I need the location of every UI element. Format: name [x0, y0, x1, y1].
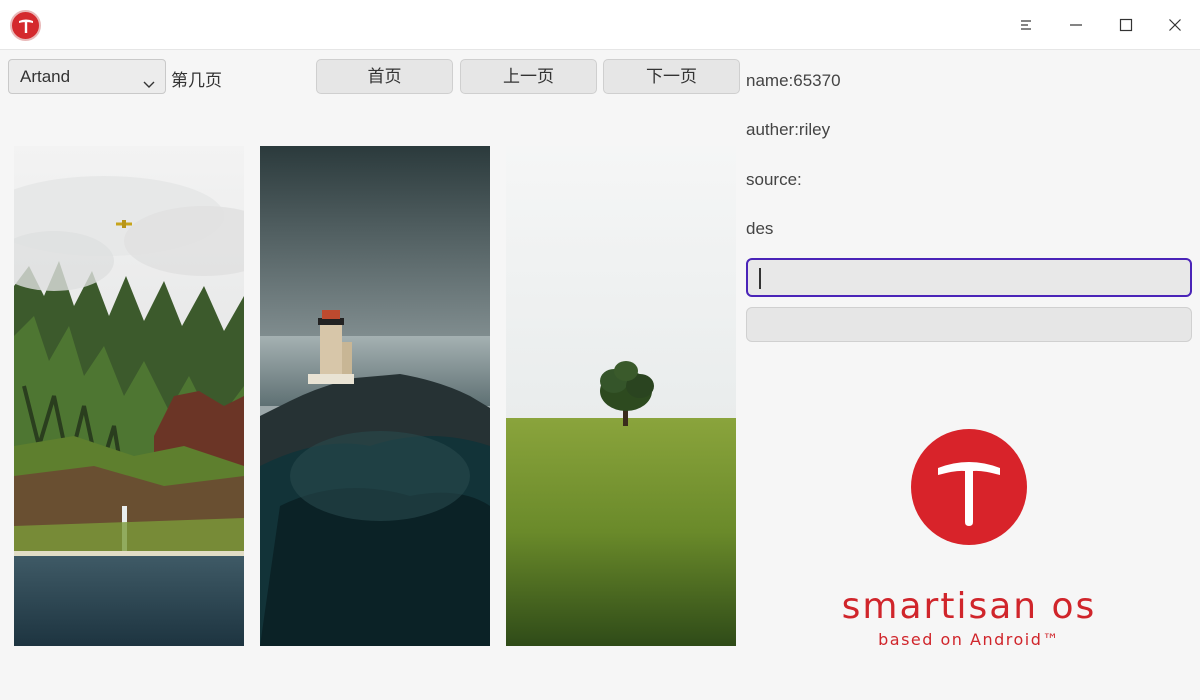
name-label: name:65370 — [746, 71, 841, 90]
tree-field-photo[interactable] — [506, 146, 736, 646]
brand-name: smartisan os — [841, 586, 1097, 627]
app-logo-icon — [10, 10, 41, 41]
first-page-button[interactable]: 首页 — [316, 59, 453, 94]
source-label: source: — [746, 170, 802, 189]
lighthouse-photo[interactable] — [260, 146, 490, 646]
smartisan-logo-icon — [910, 428, 1028, 551]
prev-page-button[interactable]: 上一页 — [460, 59, 597, 94]
minimize-icon[interactable] — [1062, 11, 1090, 39]
brand-subtitle: based on Android™ — [878, 630, 1060, 649]
maximize-icon[interactable] — [1112, 11, 1140, 39]
text-caret — [759, 268, 761, 289]
close-icon[interactable] — [1161, 11, 1189, 39]
text-input-secondary[interactable] — [746, 307, 1192, 342]
des-label: des — [746, 219, 774, 238]
chevron-down-icon — [142, 69, 156, 102]
source-select[interactable]: Artand — [8, 59, 166, 94]
title-bar — [0, 0, 1200, 50]
menu-icon[interactable] — [1012, 11, 1040, 39]
source-select-value: Artand — [20, 67, 71, 86]
author-label: auther:riley — [746, 120, 831, 139]
mountain-waterfall-photo[interactable] — [14, 146, 244, 646]
page-number-label: 第几页 — [171, 71, 222, 90]
text-input-focused[interactable] — [746, 258, 1192, 297]
next-page-button[interactable]: 下一页 — [603, 59, 740, 94]
